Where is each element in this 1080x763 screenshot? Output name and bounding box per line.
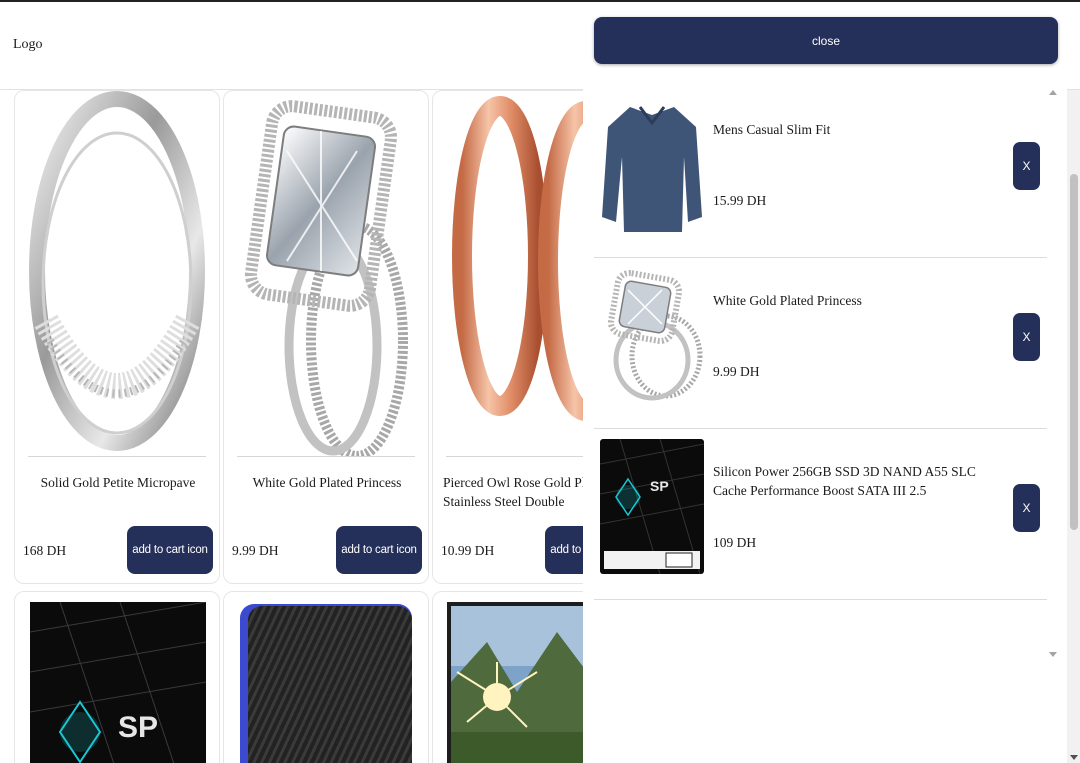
product-image-rose-gold-rings (446, 91, 600, 456)
remove-item-button[interactable]: X (1013, 313, 1040, 361)
cart-item-price: 109 DH (713, 535, 757, 550)
remove-item-button[interactable]: X (1013, 484, 1040, 532)
card-divider (237, 456, 415, 457)
cart-item-name: Silicon Power 256GB SSD 3D NAND A55 SLC … (713, 464, 976, 498)
add-to-cart-button[interactable]: add to cart icon (336, 526, 422, 574)
cart-item-image-ssd: SP (599, 438, 705, 575)
product-grid: Solid Gold Petite Micropave 168 DH add t… (0, 90, 600, 763)
page-scrollbar[interactable] (1067, 90, 1080, 763)
product-title: White Gold Plated Princess (252, 475, 402, 490)
product-card (432, 591, 600, 763)
product-card: SP (14, 591, 220, 763)
product-price: 10.99 DH (441, 543, 495, 558)
product-card: Solid Gold Petite Micropave 168 DH add t… (14, 90, 220, 584)
product-title: Solid Gold Petite Micropave (40, 475, 196, 490)
product-image-monitor-landscape (447, 602, 587, 763)
product-card: White Gold Plated Princess 9.99 DH add t… (223, 90, 429, 584)
cart-item-list: Mens Casual Slim Fit 15.99 DH X White Go… (594, 87, 1047, 657)
scroll-down-arrow-icon[interactable] (1070, 755, 1078, 760)
cart-item-image-blue-shirt (600, 97, 704, 232)
remove-item-button[interactable]: X (1013, 142, 1040, 190)
page-scrollbar-thumb[interactable] (1070, 174, 1078, 530)
cart-item-price: 15.99 DH (713, 193, 767, 208)
cart-item: Mens Casual Slim Fit 15.99 DH X (594, 87, 1047, 258)
card-divider (28, 456, 206, 457)
card-divider (446, 456, 600, 457)
close-cart-button[interactable]: close (594, 17, 1058, 64)
product-title: Pierced Owl Rose Gold Plated Stainless S… (443, 475, 600, 509)
cart-item-name: Mens Casual Slim Fit (713, 122, 831, 137)
cart-item-price: 9.99 DH (713, 364, 760, 379)
scroll-up-arrow-icon[interactable] (1049, 90, 1057, 95)
cart-item: White Gold Plated Princess 9.99 DH X (594, 258, 1047, 429)
cart-item-name: White Gold Plated Princess (713, 293, 862, 308)
cart-item-image-diamond-ring (600, 268, 704, 403)
product-card (223, 591, 429, 763)
product-image-external-drive (240, 604, 412, 763)
cart-scrollbar[interactable] (1048, 88, 1058, 660)
product-image-ssd: SP (30, 602, 206, 763)
product-price: 9.99 DH (232, 543, 279, 558)
logo[interactable]: Logo (13, 37, 43, 53)
product-image-silver-ring (28, 91, 206, 456)
cart-panel: close Mens Casual Slim Fit 15.99 DH X Wh… (583, 2, 1067, 763)
add-to-cart-button[interactable]: add to cart icon (127, 526, 213, 574)
cart-item: SP Silicon Power 256GB SSD 3D NAND A55 S… (594, 429, 1047, 600)
product-card: Pierced Owl Rose Gold Plated Stainless S… (432, 90, 600, 584)
svg-text:SP: SP (118, 711, 158, 744)
product-price: 168 DH (23, 543, 67, 558)
svg-text:SP: SP (650, 478, 669, 494)
scroll-down-arrow-icon[interactable] (1049, 652, 1057, 657)
product-image-diamond-ring (237, 91, 415, 461)
